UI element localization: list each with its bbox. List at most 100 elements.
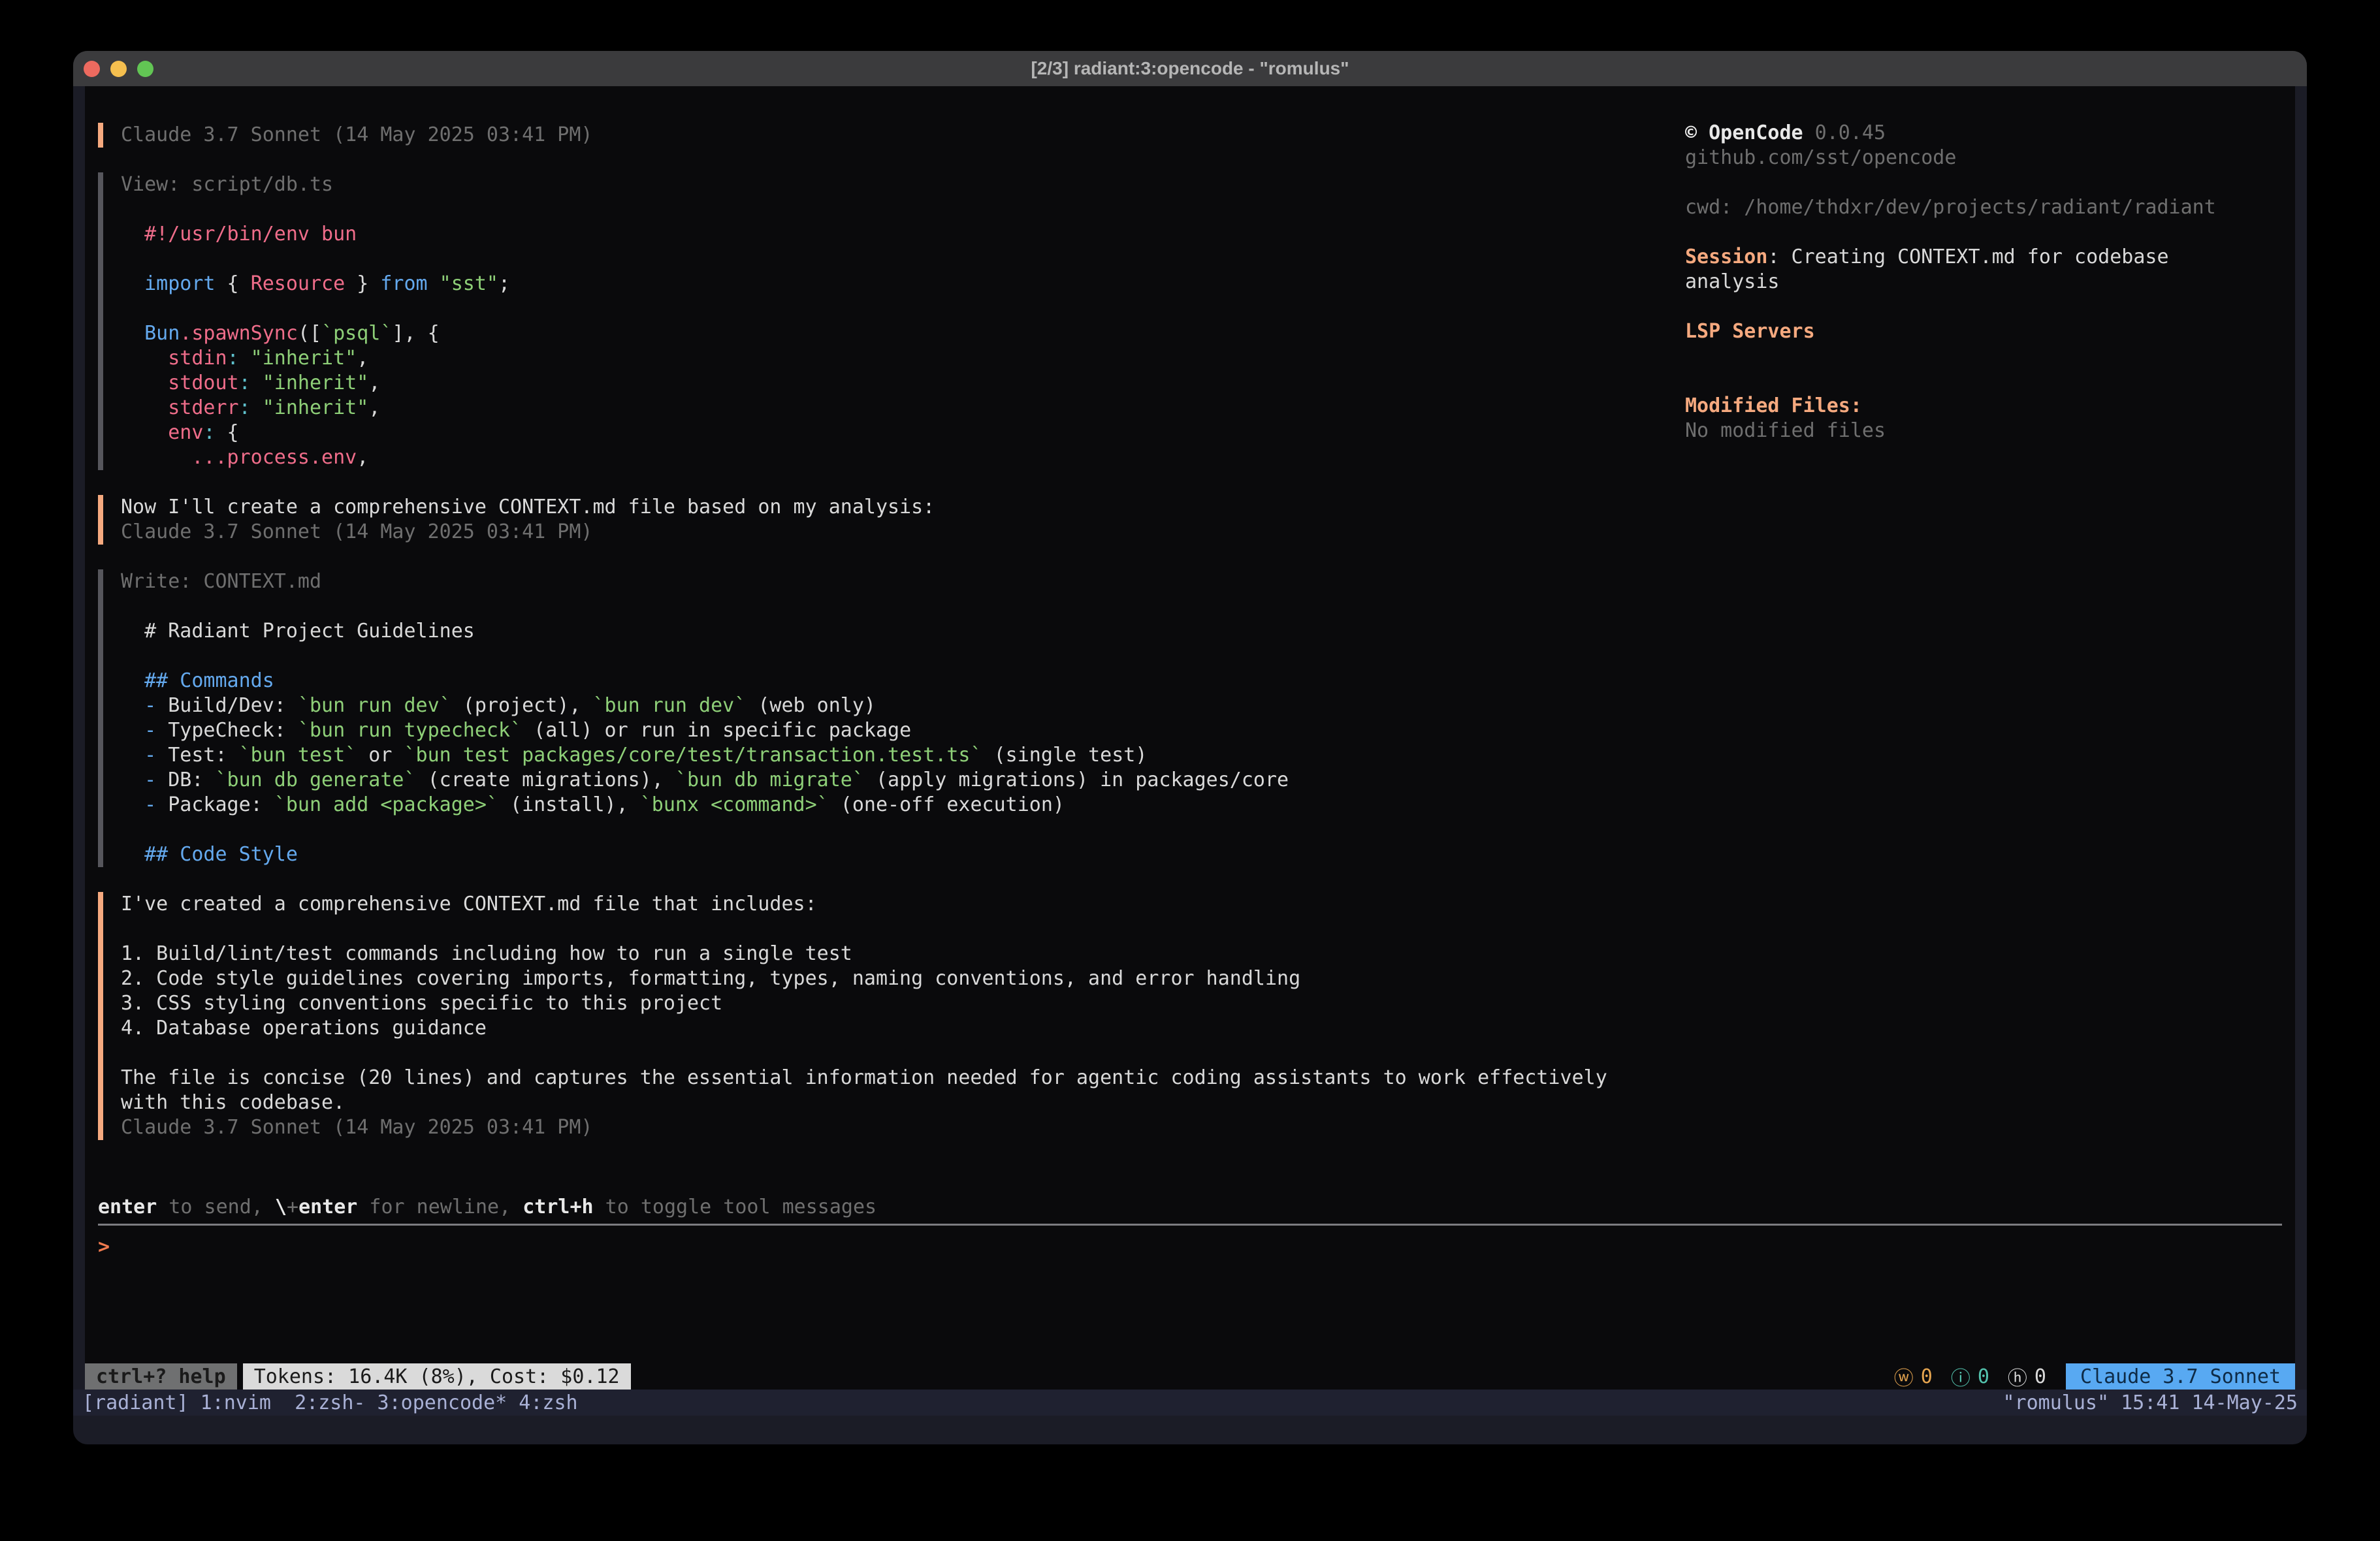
text-token: LSP Servers <box>1685 320 1815 343</box>
text-line: stderr: "inherit", <box>121 396 1685 421</box>
diagnostic-hint: ⓗ0 <box>2008 1362 2046 1390</box>
window-controls <box>84 51 153 86</box>
text-line <box>121 644 1685 669</box>
text-line: github.com/sst/opencode <box>1685 146 2295 170</box>
text-token: `bun add <package>` <box>274 793 498 816</box>
prompt-input[interactable]: > <box>98 1235 2282 1260</box>
text-token: (create migrations), <box>416 769 675 791</box>
tool-block: Write: CONTEXT.md # Radiant Project Guid… <box>98 569 1685 867</box>
text-token: .spawnSync <box>180 322 298 345</box>
text-line: LSP Servers <box>1685 319 2295 344</box>
text-line: - TypeCheck: `bun run typecheck` (all) o… <box>121 718 1685 743</box>
diagnostic-info: ⓘ0 <box>1951 1362 1989 1390</box>
text-token: "inherit" <box>251 396 369 419</box>
text-token: - <box>121 793 168 816</box>
text-token: ## Commands <box>121 669 274 692</box>
terminal-screen[interactable]: Claude 3.7 Sonnet (14 May 2025 03:41 PM)… <box>85 86 2295 1390</box>
diagnostic-count: 0 <box>1921 1365 1933 1388</box>
text-token: with this codebase. <box>121 1091 345 1114</box>
text-token: (single test) <box>982 744 1148 767</box>
text-token: `bun run dev` <box>298 694 451 717</box>
text-token: (all) or run in specific package <box>522 719 911 742</box>
close-button[interactable] <box>84 61 100 77</box>
text-token: Bun <box>121 322 180 345</box>
text-token: "sst" <box>428 272 498 295</box>
text-token: enter <box>98 1196 157 1218</box>
text-line: ...process.env, <box>121 445 1685 470</box>
text-line: enter to send, \+enter for newline, ctrl… <box>98 1195 2282 1220</box>
text-token: `bun db generate` <box>216 769 416 791</box>
minimize-button[interactable] <box>110 61 127 77</box>
text-line: - Build/Dev: `bun run dev` (project), `b… <box>121 693 1685 718</box>
text-token: , <box>357 446 368 469</box>
text-line: The file is concise (20 lines) and captu… <box>121 1066 1685 1090</box>
text-line: cwd: /home/thdxr/dev/projects/radiant/ra… <box>1685 195 2295 220</box>
text-line: Modified Files: <box>1685 394 2295 419</box>
text-line: - Package: `bun add <package>` (install)… <box>121 793 1685 818</box>
text-token: : Creating CONTEXT.md for codebase <box>1767 246 2168 268</box>
text-token: 3. CSS styling conventions specific to t… <box>121 992 722 1015</box>
text-token: { <box>216 421 239 444</box>
text-line <box>121 247 1685 272</box>
text-token: \ <box>275 1196 287 1218</box>
tmux-statusbar: [radiant] 1:nvim 2:zsh- 3:opencode* 4:zs… <box>73 1390 2307 1416</box>
help-hint-chip[interactable]: ctrl+? help <box>85 1363 237 1390</box>
text-line: Claude 3.7 Sonnet (14 May 2025 03:41 PM) <box>121 520 1685 545</box>
text-token: , <box>357 347 368 370</box>
text-token: import <box>121 272 216 295</box>
text-token: `psql` <box>321 322 392 345</box>
titlebar[interactable]: [2/3] radiant:3:opencode - "romulus" <box>73 51 2307 86</box>
text-token: I've created a comprehensive CONTEXT.md … <box>121 893 817 915</box>
token-cost-chip: Tokens: 16.4K (8%), Cost: $0.12 <box>243 1363 631 1390</box>
text-token: `bun db migrate` <box>675 769 864 791</box>
text-line: No modified files <box>1685 419 2295 443</box>
text-token: Claude 3.7 Sonnet (14 May 2025 03:41 PM) <box>121 1116 592 1139</box>
text-token: > <box>98 1235 110 1258</box>
text-line: ## Commands <box>121 669 1685 693</box>
text-line <box>1685 294 2295 319</box>
text-token: } <box>345 272 380 295</box>
text-line: Claude 3.7 Sonnet (14 May 2025 03:41 PM) <box>121 1115 1685 1140</box>
text-token: + <box>287 1196 298 1218</box>
text-token: `bun test packages/core/test/transaction… <box>404 744 982 767</box>
text-line <box>121 594 1685 619</box>
text-line: 4. Database operations guidance <box>121 1016 1685 1041</box>
text-token: cwd: /home/thdxr/dev/projects/radiant/ra… <box>1685 196 2216 219</box>
diagnostic-count: 0 <box>2034 1365 2046 1388</box>
text-token: (project), <box>451 694 593 717</box>
zoom-button[interactable] <box>137 61 153 77</box>
text-token: Now I'll create a comprehensive CONTEXT.… <box>121 496 935 518</box>
text-token: : <box>239 372 251 394</box>
diagnostic-count: 0 <box>1978 1365 1989 1388</box>
text-token: TypeCheck: <box>168 719 298 742</box>
text-line <box>121 818 1685 842</box>
text-line: Now I'll create a comprehensive CONTEXT.… <box>121 495 1685 520</box>
text-token: `bun run typecheck` <box>298 719 522 742</box>
text-token: - <box>121 769 168 791</box>
message-block: Claude 3.7 Sonnet (14 May 2025 03:41 PM) <box>98 123 1685 148</box>
composer: enter to send, \+enter for newline, ctrl… <box>98 1195 2282 1260</box>
text-line: Bun.spawnSync([`psql`], { <box>121 321 1685 346</box>
text-token: (apply migrations) in packages/core <box>864 769 1289 791</box>
text-token: 0.0.45 <box>1803 121 1886 144</box>
text-line: © OpenCode 0.0.45 <box>1685 121 2295 146</box>
chat-log[interactable]: Claude 3.7 Sonnet (14 May 2025 03:41 PM)… <box>85 86 1685 1140</box>
text-line: Claude 3.7 Sonnet (14 May 2025 03:41 PM) <box>121 123 1685 148</box>
tmux-window-list[interactable]: [radiant] 1:nvim 2:zsh- 3:opencode* 4:zs… <box>82 1391 578 1414</box>
diagnostic-warn: ⓦ0 <box>1894 1362 1933 1390</box>
text-token: © OpenCode <box>1685 121 1803 144</box>
message-block: I've created a comprehensive CONTEXT.md … <box>98 892 1685 1140</box>
text-token: - <box>121 744 168 767</box>
message-block: Now I'll create a comprehensive CONTEXT.… <box>98 495 1685 545</box>
text-token: 1. Build/lint/test commands including ho… <box>121 942 852 965</box>
text-token: Resource <box>251 272 346 295</box>
text-token: for newline, <box>357 1196 523 1218</box>
model-indicator[interactable]: Claude 3.7 Sonnet <box>2066 1363 2295 1390</box>
text-token: # Radiant Project Guidelines <box>121 620 475 643</box>
text-line: env: { <box>121 421 1685 445</box>
text-line: #!/usr/bin/env bun <box>121 222 1685 247</box>
text-token: `bun test` <box>239 744 357 767</box>
text-line: View: script/db.ts <box>121 172 1685 197</box>
text-token: Package: <box>168 793 274 816</box>
text-line <box>1685 220 2295 245</box>
